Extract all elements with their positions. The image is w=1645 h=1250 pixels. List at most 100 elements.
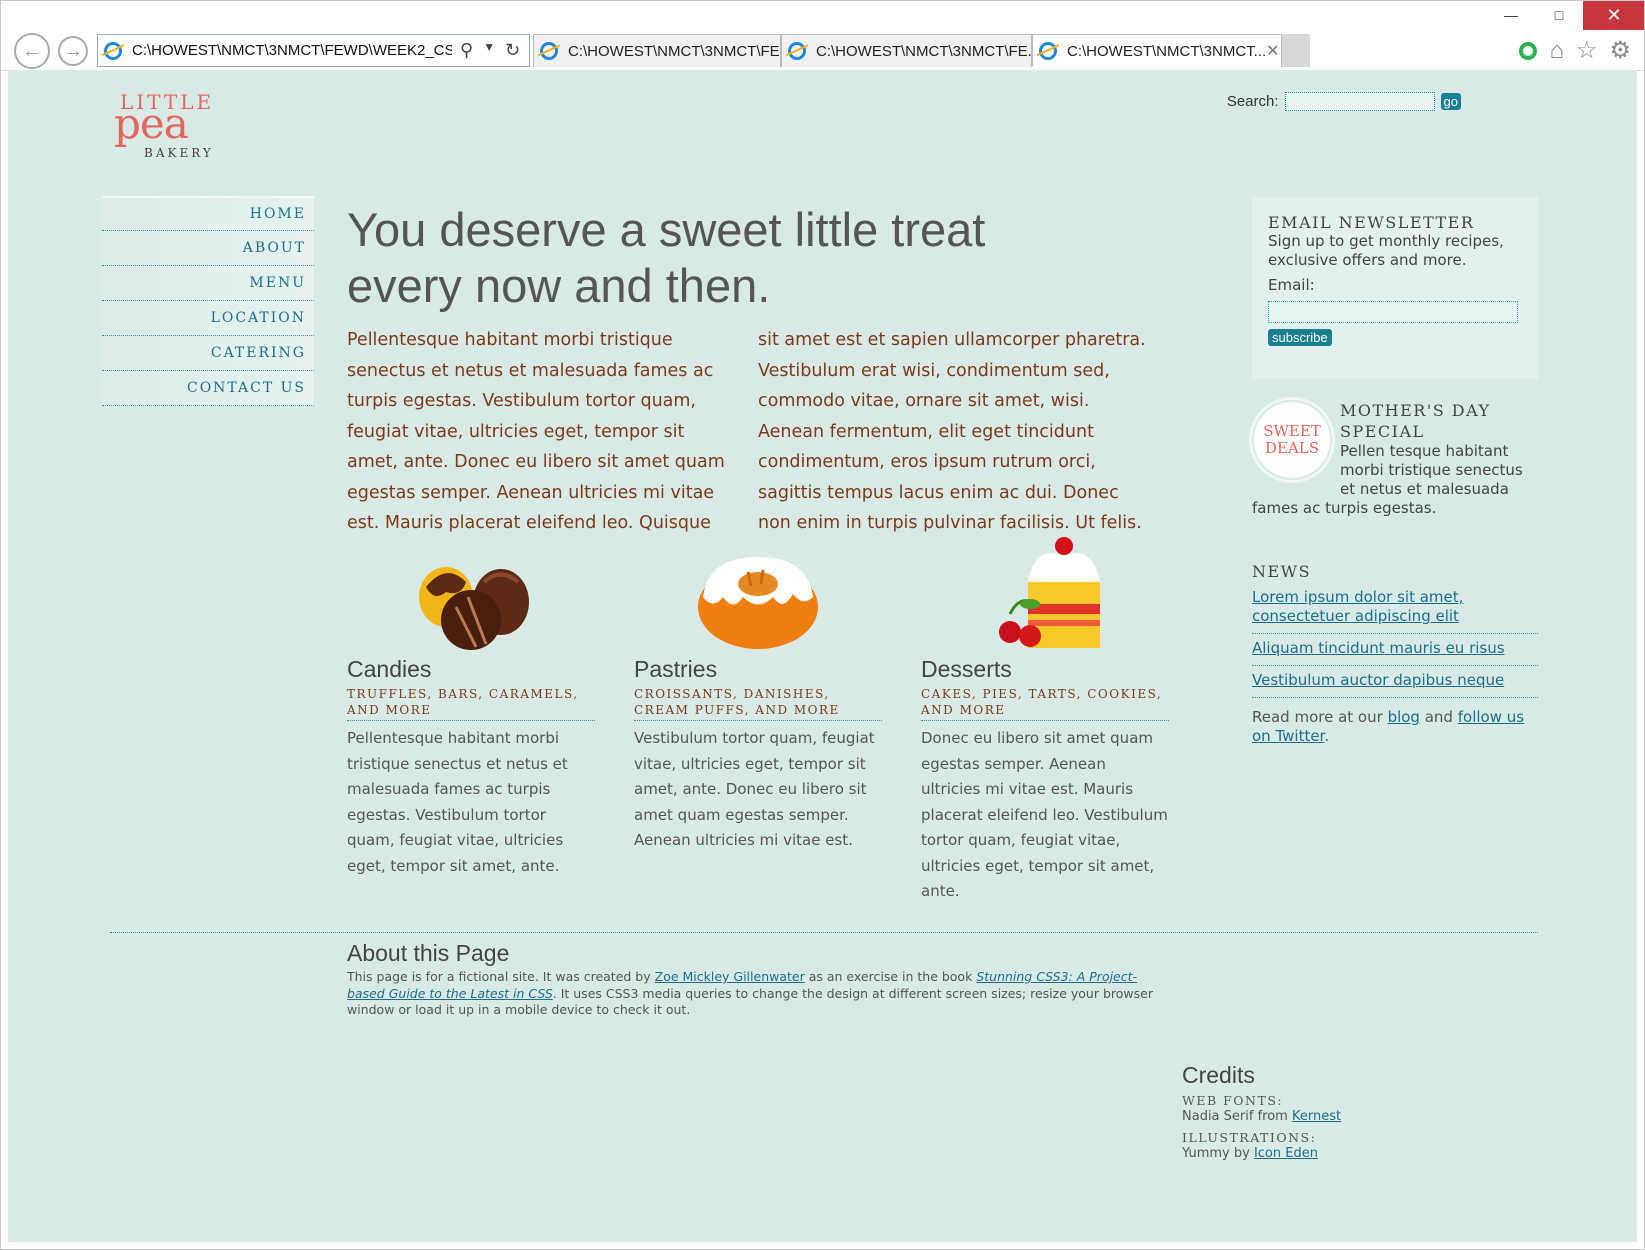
nav-item-contact[interactable]: CONTACT US — [102, 371, 314, 406]
home-icon[interactable]: ⌂ — [1549, 37, 1564, 65]
nav-item-about[interactable]: ABOUT — [102, 231, 314, 266]
web-page: LITTLE pea BAKERY Search: go HOME ABOUT … — [8, 70, 1637, 1242]
search-input[interactable] — [1284, 92, 1435, 111]
close-tab-icon[interactable]: ✕ — [1266, 41, 1279, 61]
ie-tab-icon — [788, 42, 806, 60]
browser-chrome: — □ ✕ ← → C:\HOWEST\NMCT\3NMCT\FEWD\WEEK… — [0, 0, 1645, 71]
page-headline: You deserve a sweet little treat every n… — [347, 203, 986, 312]
browser-tab[interactable]: C:\HOWEST\NMCT\3NMCT\FE... — [533, 34, 781, 67]
pastries-image — [634, 540, 882, 652]
browser-tab[interactable]: C:\HOWEST\NMCT\3NMCT\FE... — [781, 34, 1032, 67]
credits-section: Credits WEB FONTS: Nadia Serif from Kern… — [1182, 1062, 1442, 1163]
news-link[interactable]: Vestibulum auctor dapibus neque — [1252, 671, 1504, 689]
news-item: Lorem ipsum dolor sit amet, consectetuer… — [1252, 583, 1538, 634]
news-heading: NEWS — [1252, 562, 1312, 581]
email-label: Email: — [1268, 276, 1315, 294]
window-controls: — □ ✕ — [1487, 0, 1645, 30]
tab-title: C:\HOWEST\NMCT\3NMCT\FE... — [816, 42, 1032, 60]
product-text: Donec eu libero sit amet quam egestas se… — [921, 729, 1168, 900]
news-link[interactable]: Aliquam tincidunt mauris eu risus — [1252, 639, 1505, 657]
site-search: Search: go — [1227, 92, 1461, 111]
ie-tab-icon — [1039, 42, 1057, 60]
gear-icon[interactable]: ⚙ — [1609, 36, 1631, 65]
news-link[interactable]: Lorem ipsum dolor sit amet, consectetuer… — [1252, 588, 1463, 625]
read-more: Read more at our blog and follow us on T… — [1252, 708, 1538, 746]
illustrations-label: ILLUSTRATIONS: — [1182, 1130, 1317, 1145]
credits-heading: Credits — [1182, 1062, 1255, 1088]
product-text: Pellentesque habitant morbi tristique se… — [347, 729, 568, 875]
illustrations-text: Yummy by — [1182, 1146, 1250, 1161]
about-text: This page is for a fictional site. It wa… — [347, 969, 1167, 1019]
email-field[interactable] — [1268, 301, 1518, 323]
author-link[interactable]: Zoe Mickley Gillenwater — [655, 969, 805, 984]
browser-tab-active[interactable]: C:\HOWEST\NMCT\3NMCT... ✕ — [1032, 34, 1282, 67]
readmore-period: . — [1324, 727, 1330, 745]
product-title: Candies — [347, 656, 432, 682]
readmore-prefix: Read more at our — [1252, 708, 1383, 726]
candies-image — [347, 540, 595, 652]
refresh-icon[interactable]: ↻ — [505, 40, 520, 61]
search-label: Search: — [1226, 93, 1279, 110]
subscribe-button[interactable]: subscribe — [1268, 329, 1332, 346]
search-icon[interactable]: ⚲ — [460, 40, 473, 61]
newsletter-text: Sign up to get monthly recipes, exclusiv… — [1268, 232, 1504, 269]
address-text[interactable]: C:\HOWEST\NMCT\3NMCT\FEWD\WEEK2_CSS\ — [132, 42, 452, 59]
ie-tab-icon — [540, 42, 558, 60]
nav-item-location[interactable]: LOCATION — [102, 301, 314, 336]
product-title: Desserts — [921, 656, 1012, 682]
sweet-deals-seal: SWEET DEALS — [1252, 400, 1332, 480]
search-go-button[interactable]: go — [1440, 93, 1461, 110]
new-tab-button[interactable] — [1282, 34, 1310, 67]
web-fonts-credit: Nadia Serif from Kernest — [1182, 1108, 1442, 1126]
ie-page-icon — [104, 41, 122, 60]
news-section: NEWS Lorem ipsum dolor sit amet, consect… — [1252, 562, 1538, 746]
star-icon[interactable]: ☆ — [1576, 36, 1598, 65]
nav-item-menu[interactable]: MENU — [102, 266, 314, 301]
product-candies: Candies TRUFFLES, BARS, CARAMELS, AND MO… — [347, 540, 595, 879]
product-title: Pastries — [634, 656, 718, 682]
back-arrow-icon[interactable]: ← — [14, 33, 50, 69]
product-subtitle: TRUFFLES, BARS, CARAMELS, AND MORE — [347, 686, 595, 721]
product-subtitle: CAKES, PIES, TARTS, COOKIES, AND MORE — [921, 686, 1169, 721]
readmore-and: and — [1424, 708, 1453, 726]
address-bar[interactable]: C:\HOWEST\NMCT\3NMCT\FEWD\WEEK2_CSS\ ⚲ ▼… — [97, 34, 530, 67]
footer-divider — [110, 932, 1538, 933]
news-item: Aliquam tincidunt mauris eu risus — [1252, 634, 1538, 666]
web-fonts-text: Nadia Serif from — [1182, 1109, 1288, 1124]
about-text-1: This page is for a fictional site. It wa… — [347, 969, 651, 984]
tab-title: C:\HOWEST\NMCT\3NMCT... — [1067, 42, 1267, 60]
product-subtitle: CROISSANTS, DANISHES, CREAM PUFFS, AND M… — [634, 686, 882, 721]
desserts-image — [921, 537, 1169, 652]
illustrations-credit: Yummy by Icon Eden — [1182, 1145, 1442, 1163]
product-desserts: Desserts CAKES, PIES, TARTS, COOKIES, AN… — [921, 537, 1169, 905]
about-heading: About this Page — [347, 940, 510, 966]
bakery-logo[interactable]: LITTLE pea BAKERY — [110, 90, 211, 162]
minimize-button[interactable]: — — [1487, 0, 1535, 30]
blog-link[interactable]: blog — [1388, 708, 1420, 726]
newsletter-heading: EMAIL NEWSLETTER — [1268, 213, 1475, 232]
product-text: Vestibulum tortor quam, feugiat vitae, u… — [634, 729, 875, 849]
seal-line-1: SWEET — [1263, 422, 1321, 440]
status-ring-icon — [1519, 41, 1538, 60]
newsletter-box: EMAIL NEWSLETTER Sign up to get monthly … — [1252, 197, 1538, 379]
logo-line-3: BAKERY — [144, 146, 214, 160]
about-section: About this Page This page is for a ficti… — [347, 940, 1167, 1019]
product-pastries: Pastries CROISSANTS, DANISHES, CREAM PUF… — [634, 540, 882, 854]
maximize-button[interactable]: □ — [1535, 0, 1583, 30]
kernest-link[interactable]: Kernest — [1292, 1109, 1341, 1124]
special-deal: SWEET DEALS MOTHER'S DAY SPECIAL Pellen … — [1252, 400, 1542, 518]
icon-eden-link[interactable]: Icon Eden — [1254, 1146, 1318, 1161]
forward-arrow-icon[interactable]: → — [58, 36, 88, 66]
close-window-button[interactable]: ✕ — [1583, 0, 1645, 30]
news-item: Vestibulum auctor dapibus neque — [1252, 666, 1538, 698]
about-text-2: as an exercise in the book — [808, 969, 973, 984]
logo-line-2: pea — [114, 99, 189, 148]
seal-line-2: DEALS — [1264, 439, 1320, 457]
nav-item-catering[interactable]: CATERING — [102, 336, 314, 371]
main-nav: HOME ABOUT MENU LOCATION CATERING CONTAC… — [102, 196, 314, 406]
dropdown-icon[interactable]: ▼ — [483, 40, 495, 61]
intro-text: Pellentesque habitant morbi tristique se… — [347, 330, 1146, 533]
web-fonts-label: WEB FONTS: — [1182, 1093, 1284, 1108]
nav-item-home[interactable]: HOME — [102, 196, 314, 231]
tab-title: C:\HOWEST\NMCT\3NMCT\FE... — [568, 42, 781, 60]
